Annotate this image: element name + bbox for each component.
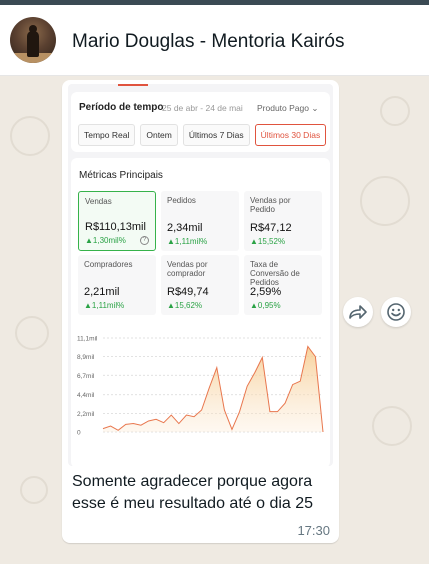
product-select: Produto Pago ⌄ (257, 103, 318, 114)
metric-vendas: Vendas R$110,13mil ▲1,30mil% ? (78, 191, 156, 251)
metric-change: ▲1,11mil% (167, 237, 208, 246)
metric-change: ▲15,62% (167, 301, 203, 310)
period-label: Período de tempo (79, 102, 164, 113)
metric-change: ▲15,52% (250, 237, 286, 246)
metric-label: Pedidos (167, 196, 196, 205)
y-tick-label: 2,2mil (77, 411, 95, 418)
sales-chart-svg: 11,1mil 8,9mil 6,7mil 4,4mil 2,2mil 0 (77, 336, 324, 437)
chat-header[interactable]: Mario Douglas - Mentoria Kairós (0, 5, 429, 76)
message-time: 17:30 (297, 523, 330, 538)
y-tick-label: 6,7mil (77, 373, 95, 380)
metric-vendas-por-comprador: Vendas por comprador R$49,74 ▲15,62% (161, 255, 239, 315)
help-icon: ? (140, 236, 149, 245)
metric-value: 2,21mil (84, 286, 120, 298)
chevron-down-icon: ⌄ (311, 103, 319, 113)
metric-value: R$47,12 (250, 222, 292, 234)
metrics-title: Métricas Principais (79, 170, 163, 181)
metric-label: Vendas (85, 197, 112, 206)
metric-label: Vendas por comprador (167, 260, 208, 278)
metric-value: R$49,74 (167, 286, 209, 298)
y-tick-label: 4,4mil (77, 392, 95, 399)
metrics-grid: Vendas R$110,13mil ▲1,30mil% ? Pedidos 2… (78, 191, 324, 315)
message-bubble[interactable]: Período de tempo 25 de abr - 24 de mai P… (62, 80, 339, 543)
sales-chart: 11,1mil 8,9mil 6,7mil 4,4mil 2,2mil 0 (73, 334, 328, 464)
metric-label: Compradores (84, 260, 133, 269)
y-tick-label: 0 (77, 430, 81, 437)
y-tick-label: 8,9mil (77, 354, 95, 361)
y-tick-label: 11,1mil (77, 336, 98, 343)
metric-value: R$110,13mil (85, 221, 146, 233)
period-chips: Tempo Real Ontem Últimos 7 Dias Últimos … (78, 124, 327, 146)
react-emoji-button[interactable] (381, 297, 411, 327)
metric-pedidos: Pedidos 2,34mil ▲1,11mil% (161, 191, 239, 251)
period-dates: 25 de abr - 24 de mai (162, 103, 243, 113)
metric-value: 2,59% (250, 286, 282, 298)
chip-ultimos-7-dias: Últimos 7 Dias (182, 124, 250, 146)
metric-change: ▲1,11mil% (84, 301, 125, 310)
smiley-icon (387, 303, 405, 321)
forward-arrow-icon (349, 305, 367, 319)
period-card: Período de tempo 25 de abr - 24 de mai P… (71, 92, 330, 152)
metric-label: Taxa de Conversão de Pedidos (250, 260, 300, 287)
message-text: Somente agradecer porque agora esse é me… (72, 473, 314, 512)
series-area (103, 346, 323, 432)
chip-ultimos-30-dias: Últimos 30 Dias (254, 124, 327, 146)
metrics-card: Métricas Principais Vendas R$110,13mil ▲… (71, 158, 330, 466)
metric-taxa-conversao: Taxa de Conversão de Pedidos 2,59% ▲0,95… (244, 255, 322, 315)
chip-ontem: Ontem (140, 124, 178, 146)
metric-change: ▲0,95% (250, 301, 281, 310)
metric-compradores: Compradores 2,21mil ▲1,11mil% (78, 255, 156, 315)
metric-label: Vendas por Pedido (250, 196, 291, 214)
contact-name[interactable]: Mario Douglas - Mentoria Kairós (72, 31, 344, 53)
metric-change: ▲1,30mil% (85, 236, 126, 245)
metric-value: 2,34mil (167, 222, 203, 234)
forward-button[interactable] (343, 297, 373, 327)
contact-avatar[interactable] (10, 17, 56, 63)
product-select-label: Produto Pago (257, 103, 309, 113)
attached-image[interactable]: Período de tempo 25 de abr - 24 de mai P… (68, 84, 333, 466)
chip-tempo-real: Tempo Real (78, 124, 136, 146)
metric-vendas-por-pedido: Vendas por Pedido R$47,12 ▲15,52% (244, 191, 322, 251)
